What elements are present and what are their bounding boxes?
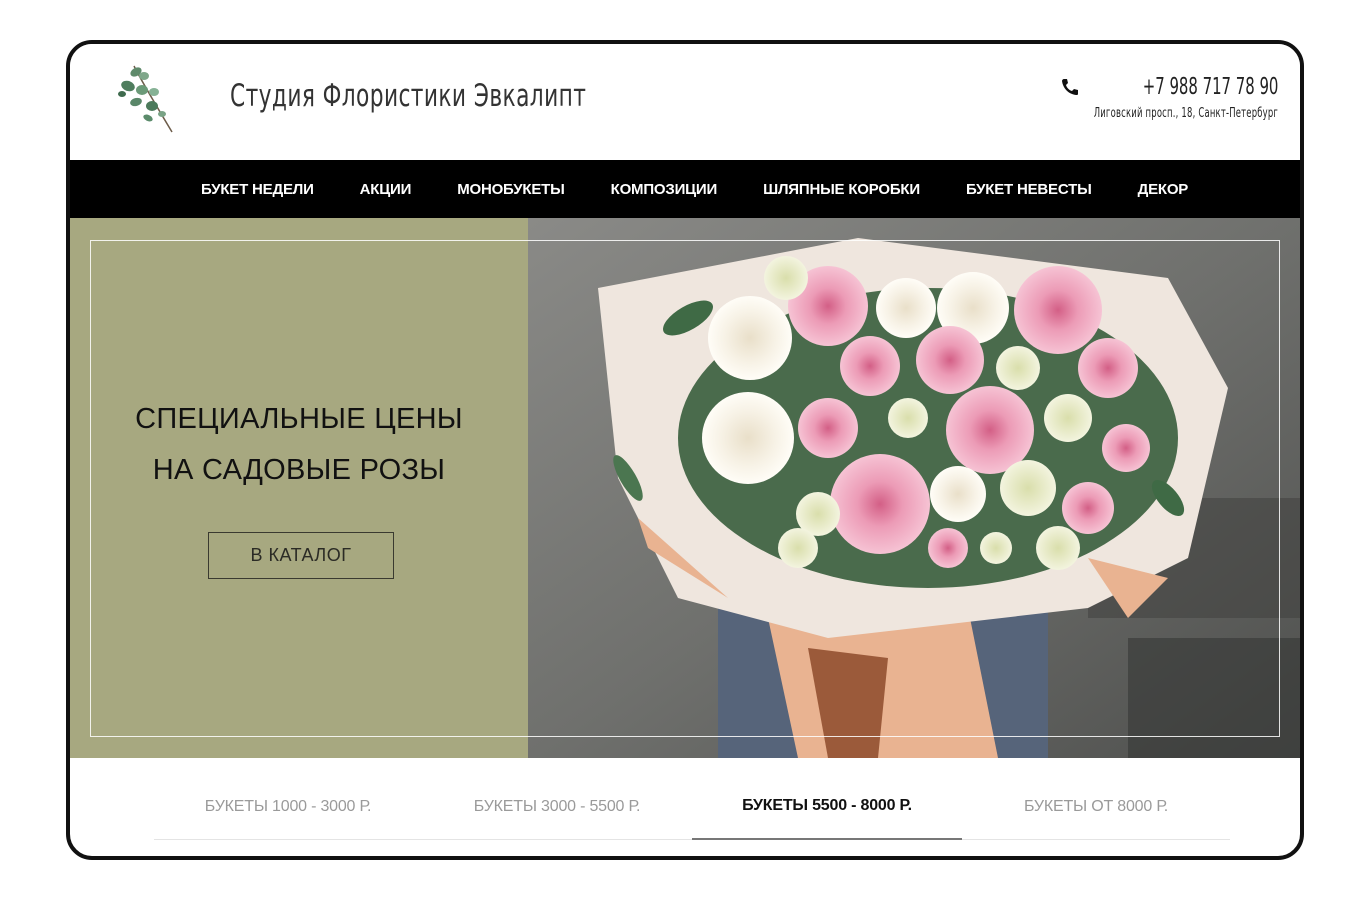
phone-row: +7 988 717 78 90 [1022, 74, 1278, 100]
main-nav: БУКЕТ НЕДЕЛИ АКЦИИ МОНОБУКЕТЫ КОМПОЗИЦИИ… [70, 160, 1300, 218]
tab-price-from-8000[interactable]: БУКЕТЫ ОТ 8000 Р. [962, 774, 1230, 840]
nav-item-decor[interactable]: ДЕКОР [1138, 181, 1189, 198]
price-tabs: БУКЕТЫ 1000 - 3000 Р. БУКЕТЫ 3000 - 5500… [154, 774, 1230, 840]
browser-frame: Студия Флористики Эвкалипт +7 988 717 78… [66, 40, 1304, 860]
bouquet-photo [528, 218, 1300, 758]
catalog-button[interactable]: В КАТАЛОГ [208, 532, 394, 579]
hero-banner: СПЕЦИАЛЬНЫЕ ЦЕНЫ НА САДОВЫЕ РОЗЫ В КАТАЛ… [70, 218, 1300, 758]
address: Лиговский просп., 18, Санкт-Петербург [1093, 106, 1278, 121]
hero-title-line-1: СПЕЦИАЛЬНЫЕ ЦЕНЫ [135, 403, 463, 435]
nav-item-compositions[interactable]: КОМПОЗИЦИИ [611, 181, 718, 198]
phone-number[interactable]: +7 988 717 78 90 [1142, 74, 1278, 100]
nav-item-monobouquets[interactable]: МОНОБУКЕТЫ [457, 181, 565, 198]
nav-item-promotions[interactable]: АКЦИИ [360, 181, 412, 198]
hero-title-line-2: НА САДОВЫЕ РОЗЫ [152, 454, 446, 486]
tab-price-3000-5500[interactable]: БУКЕТЫ 3000 - 5500 Р. [422, 774, 692, 840]
tab-price-1000-3000[interactable]: БУКЕТЫ 1000 - 3000 Р. [154, 774, 422, 840]
tab-price-5500-8000[interactable]: БУКЕТЫ 5500 - 8000 Р. [692, 774, 962, 840]
brand-name[interactable]: Студия Флористики Эвкалипт [230, 78, 586, 114]
site-header: Студия Флористики Эвкалипт +7 988 717 78… [70, 44, 1300, 160]
phone-icon [1061, 79, 1078, 95]
nav-item-bridal-bouquet[interactable]: БУКЕТ НЕВЕСТЫ [966, 181, 1092, 198]
contacts: +7 988 717 78 90 Лиговский просп., 18, С… [1022, 74, 1278, 121]
nav-item-bouquet-of-week[interactable]: БУКЕТ НЕДЕЛИ [201, 181, 314, 198]
hero-title: СПЕЦИАЛЬНЫЕ ЦЕНЫ НА САДОВЫЕ РОЗЫ [70, 394, 528, 496]
eucalyptus-logo-icon[interactable] [114, 62, 184, 136]
nav-item-hat-boxes[interactable]: ШЛЯПНЫЕ КОРОБКИ [763, 181, 920, 198]
